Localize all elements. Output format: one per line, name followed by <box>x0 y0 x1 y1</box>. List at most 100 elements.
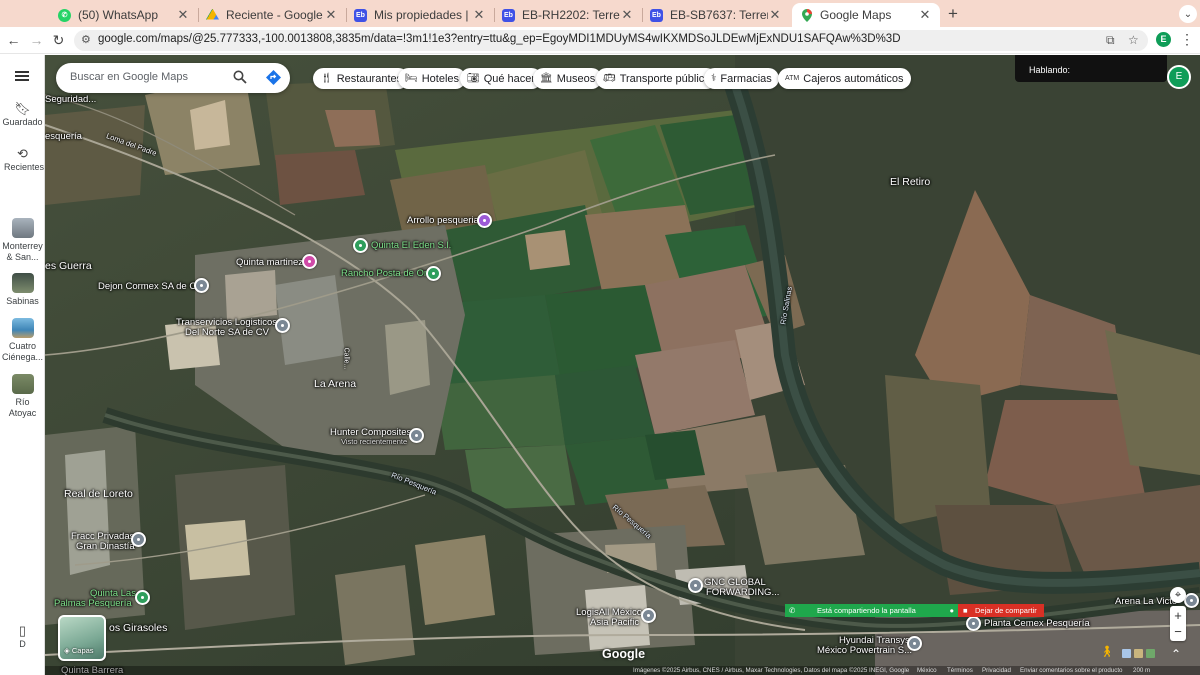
close-icon[interactable]: ✕ <box>918 7 932 23</box>
place-label[interactable]: Seguridad... <box>45 94 96 105</box>
tab-eb-rh2202[interactable]: Eb EB-RH2202: Terreno en Venta ✕ <box>494 3 642 27</box>
bookmark-star-icon[interactable]: ☆ <box>1128 33 1139 47</box>
place-pin[interactable] <box>302 254 317 269</box>
expand-chevron-icon[interactable]: ⌃ <box>1169 647 1183 661</box>
place-pin[interactable] <box>353 238 368 253</box>
tab-search-button[interactable]: ⌄ <box>1179 5 1197 23</box>
place-label[interactable]: esquería <box>45 131 82 142</box>
chip-que-hacer[interactable]: 📷︎ Qué hacer <box>460 68 543 89</box>
close-icon[interactable]: ✕ <box>472 7 486 23</box>
recently-viewed-label: Visto recientemente <box>341 437 408 446</box>
place-pin[interactable] <box>641 608 656 623</box>
place-label[interactable]: México Powertrain S... <box>817 645 912 656</box>
privacy-link[interactable]: Privacidad <box>982 667 1011 674</box>
chip-transporte-publico[interactable]: 🚌︎ Transporte público <box>596 68 718 89</box>
place-pin[interactable] <box>131 532 146 547</box>
place-label[interactable]: Real de Loreto <box>64 488 133 500</box>
place-pin[interactable] <box>135 590 150 605</box>
place-pin[interactable] <box>1184 593 1199 608</box>
close-icon[interactable]: ✕ <box>324 7 338 23</box>
chip-museos[interactable]: 🏛︎ Museos <box>533 68 603 89</box>
close-icon[interactable]: ✕ <box>620 7 634 23</box>
address-bar[interactable]: ⚙ google.com/maps/@25.777333,-100.001380… <box>74 30 1148 51</box>
forward-button[interactable]: → <box>28 32 45 49</box>
place-pin[interactable] <box>426 266 441 281</box>
place-label[interactable]: Asia Pacific <box>590 617 639 628</box>
place-pin[interactable] <box>688 578 703 593</box>
chip-hoteles[interactable]: 🛏︎ Hoteles <box>398 68 466 89</box>
place-label[interactable]: Quinta martinez <box>236 257 303 268</box>
site-settings-icon[interactable]: ⚙ <box>81 33 93 47</box>
sidebar-item-label: Cuatro Ciénega... <box>1 341 44 362</box>
chip-label: Restaurantes <box>336 72 403 85</box>
close-icon[interactable]: ✕ <box>768 7 782 23</box>
maps-search-box[interactable]: Buscar en Google Maps <box>56 63 290 93</box>
browser-menu-icon[interactable]: ⋮ <box>1180 31 1194 48</box>
directions-icon[interactable] <box>266 70 281 85</box>
place-label[interactable]: Palmas Pesquería <box>54 598 132 609</box>
sidebar-place-sabinas[interactable]: Sabinas <box>0 273 45 307</box>
tab-easybroker-propiedades[interactable]: Eb Mis propiedades | EasyBroker ✕ <box>346 3 494 27</box>
back-button[interactable]: ← <box>5 32 22 49</box>
meet-avatar[interactable]: E <box>1167 65 1191 89</box>
hamburger-menu-icon[interactable] <box>15 71 29 81</box>
map-type-thumbnail[interactable] <box>1134 649 1143 658</box>
place-label[interactable]: Arrollo pesqueria <box>407 215 479 226</box>
maps-sidebar: 🔖︎ Guardado ⟲ Recientes Monterrey & San.… <box>0 55 45 675</box>
profile-avatar[interactable]: E <box>1156 32 1171 47</box>
sidebar-item-saved[interactable]: 🔖︎ Guardado <box>0 102 45 128</box>
sidebar-place-rio-atoyac[interactable]: Río Atoyac <box>0 374 45 419</box>
sidebar-place-monterrey[interactable]: Monterrey & San... <box>0 218 45 263</box>
chip-cajeros-automaticos[interactable]: ATM Cajeros automáticos <box>778 68 911 89</box>
close-icon[interactable]: ✕ <box>176 7 190 23</box>
place-label-el-retiro[interactable]: El Retiro <box>890 176 930 188</box>
sidebar-item-recent[interactable]: ⟲ Recientes <box>0 147 45 173</box>
feedback-link[interactable]: Enviar comentarios sobre el producto <box>1020 667 1123 674</box>
place-label[interactable]: Rancho Posta de Oro <box>341 268 432 279</box>
sidebar-place-cuatro-cienegas[interactable]: Cuatro Ciénega... <box>0 318 45 363</box>
zoom-out-button[interactable]: − <box>1174 624 1182 640</box>
place-pin[interactable] <box>477 213 492 228</box>
terms-link[interactable]: Términos <box>947 667 973 674</box>
zoom-in-button[interactable]: + <box>1174 608 1182 624</box>
place-label[interactable]: Gran Dinastía <box>76 541 135 552</box>
place-label[interactable]: Dejon Cormex SA de CV <box>98 281 203 292</box>
my-location-button[interactable]: ⌖ <box>1170 587 1186 603</box>
search-icon[interactable] <box>233 70 247 84</box>
pegman-icon[interactable]: 🚶︎ <box>1100 645 1114 661</box>
stop-sharing-button[interactable]: ■ Dejar de compartir <box>958 604 1044 617</box>
satellite-map[interactable]: Buscar en Google Maps 🍴︎ Restaurantes 🛏︎ H… <box>45 55 1200 675</box>
map-type-thumbnail[interactable] <box>1146 649 1155 658</box>
place-pin[interactable] <box>966 616 981 631</box>
map-type-thumbnail[interactable] <box>1122 649 1131 658</box>
reload-button[interactable]: ↻ <box>50 32 67 49</box>
scale-bar[interactable]: 200 m <box>1133 667 1150 674</box>
place-pin[interactable] <box>275 318 290 333</box>
place-label[interactable]: FORWARDING... <box>706 587 779 598</box>
chip-farmacias[interactable]: ⚕ Farmacias <box>704 68 779 89</box>
place-label[interactable]: Del Norte SA de CV <box>185 327 269 338</box>
sidebar-item-label: Guardado <box>2 117 43 127</box>
search-input[interactable]: Buscar en Google Maps <box>70 71 188 83</box>
layers-button[interactable]: ◈ Capas <box>58 615 106 661</box>
place-pin[interactable] <box>409 428 424 443</box>
place-label[interactable]: Planta Cemex Pesquería <box>984 618 1090 629</box>
sidebar-item-label: Río Atoyac <box>8 397 37 418</box>
place-label[interactable]: Arena La Victo <box>1115 596 1177 607</box>
place-label[interactable]: os Girasoles <box>109 622 167 634</box>
install-app-icon[interactable]: ⧉ <box>1106 33 1115 48</box>
tab-google-maps[interactable]: Google Maps ✕ <box>792 3 940 27</box>
zoom-control: + − <box>1170 606 1186 641</box>
sidebar-item-collapse[interactable]: ▯ D <box>0 624 45 650</box>
place-pin[interactable] <box>194 278 209 293</box>
tab-eb-sb7637[interactable]: Eb EB-SB7637: Terreno en Ramo ✕ <box>642 3 790 27</box>
place-label[interactable]: es Guerra <box>45 260 92 272</box>
new-tab-button[interactable]: + <box>945 4 961 24</box>
place-label-la-arena[interactable]: La Arena <box>314 378 356 390</box>
place-label[interactable]: Quinta El Eden S.l. <box>371 240 451 251</box>
tab-whatsapp[interactable]: ✆ (50) WhatsApp ✕ <box>50 3 198 27</box>
place-pin[interactable] <box>907 636 922 651</box>
country-label[interactable]: México <box>917 667 937 674</box>
chip-restaurantes[interactable]: 🍴︎ Restaurantes <box>313 68 410 89</box>
tab-google-drive[interactable]: Reciente - Google Drive ✕ <box>198 3 346 27</box>
